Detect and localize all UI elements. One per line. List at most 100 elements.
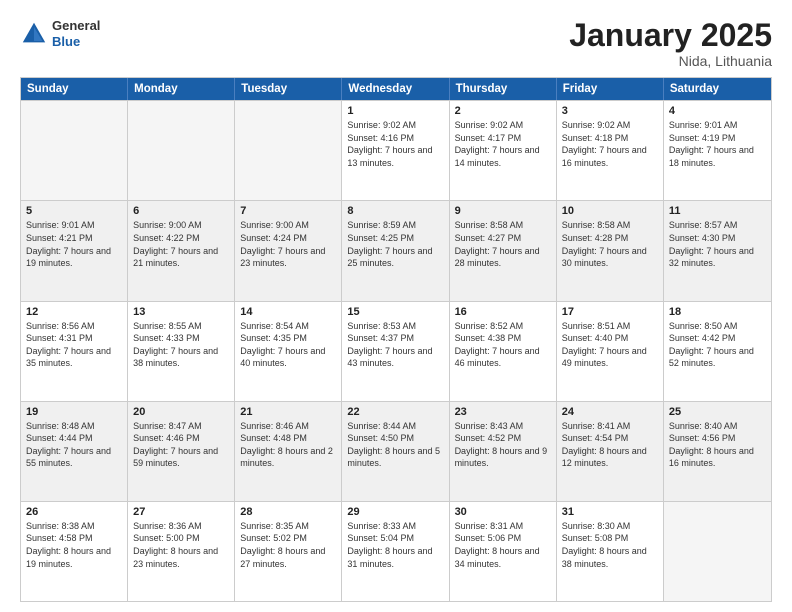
day-cell-7: 7 Sunrise: 9:00 AMSunset: 4:24 PMDaylight… xyxy=(235,201,342,300)
day-number: 20 xyxy=(133,406,229,418)
day-number: 11 xyxy=(669,205,766,217)
logo-general-text: General xyxy=(52,18,100,34)
cell-details: Sunrise: 8:30 AMSunset: 5:08 PMDaylight:… xyxy=(562,520,658,570)
day-header-wednesday: Wednesday xyxy=(342,78,449,100)
day-cell-21: 21 Sunrise: 8:46 AMSunset: 4:48 PMDayligh… xyxy=(235,402,342,501)
day-cell-1: 1Sunrise: 9:02 AMSunset: 4:16 PMDaylight… xyxy=(342,101,449,200)
cell-details: Sunrise: 8:36 AMSunset: 5:00 PMDaylight:… xyxy=(133,520,229,570)
cell-details: Sunrise: 8:40 AMSunset: 4:56 PMDaylight:… xyxy=(669,420,766,470)
day-cell-19: 19 Sunrise: 8:48 AMSunset: 4:44 PMDayligh… xyxy=(21,402,128,501)
day-cell-27: 27Sunrise: 8:36 AMSunset: 5:00 PMDayligh… xyxy=(128,502,235,601)
day-cell-26: 26 Sunrise: 8:38 AMSunset: 4:58 PMDayligh… xyxy=(21,502,128,601)
day-cell-28: 28 Sunrise: 8:35 AMSunset: 5:02 PMDayligh… xyxy=(235,502,342,601)
cell-details: Sunrise: 8:33 AMSunset: 5:04 PMDaylight:… xyxy=(347,520,443,570)
empty-cell-0-2 xyxy=(235,101,342,200)
day-number: 4 xyxy=(669,105,766,117)
cell-details: Sunrise: 9:01 AMSunset: 4:21 PMDaylight:… xyxy=(26,219,122,269)
day-number: 1 xyxy=(347,105,443,117)
day-number: 28 xyxy=(240,506,336,518)
day-cell-23: 23 Sunrise: 8:43 AMSunset: 4:52 PMDayligh… xyxy=(450,402,557,501)
logo-blue-text: Blue xyxy=(52,34,100,50)
day-cell-30: 30 Sunrise: 8:31 AMSunset: 5:06 PMDayligh… xyxy=(450,502,557,601)
calendar-header: SundayMondayTuesdayWednesdayThursdayFrid… xyxy=(21,78,771,100)
day-cell-22: 22Sunrise: 8:44 AMSunset: 4:50 PMDayligh… xyxy=(342,402,449,501)
day-number: 13 xyxy=(133,306,229,318)
day-header-friday: Friday xyxy=(557,78,664,100)
day-number: 3 xyxy=(562,105,658,117)
day-cell-20: 20 Sunrise: 8:47 AMSunset: 4:46 PMDayligh… xyxy=(128,402,235,501)
cell-details: Sunrise: 8:38 AMSunset: 4:58 PMDaylight:… xyxy=(26,520,122,570)
day-cell-14: 14Sunrise: 8:54 AMSunset: 4:35 PMDayligh… xyxy=(235,302,342,401)
location: Nida, Lithuania xyxy=(569,53,772,69)
day-cell-5: 5 Sunrise: 9:01 AMSunset: 4:21 PMDaylight… xyxy=(21,201,128,300)
cell-details: Sunrise: 9:00 AMSunset: 4:24 PMDaylight:… xyxy=(240,219,336,269)
cell-details: Sunrise: 8:57 AMSunset: 4:30 PMDaylight:… xyxy=(669,219,766,269)
empty-cell-4-6 xyxy=(664,502,771,601)
day-cell-8: 8 Sunrise: 8:59 AMSunset: 4:25 PMDaylight… xyxy=(342,201,449,300)
calendar-row-0: 1Sunrise: 9:02 AMSunset: 4:16 PMDaylight… xyxy=(21,100,771,200)
cell-details: Sunrise: 8:44 AMSunset: 4:50 PMDaylight:… xyxy=(347,420,443,470)
day-header-tuesday: Tuesday xyxy=(235,78,342,100)
day-number: 8 xyxy=(347,205,443,217)
day-cell-2: 2Sunrise: 9:02 AMSunset: 4:17 PMDaylight… xyxy=(450,101,557,200)
cell-details: Sunrise: 8:53 AMSunset: 4:37 PMDaylight:… xyxy=(347,320,443,370)
cell-details: Sunrise: 8:59 AMSunset: 4:25 PMDaylight:… xyxy=(347,219,443,269)
day-number: 21 xyxy=(240,406,336,418)
day-number: 7 xyxy=(240,205,336,217)
day-cell-18: 18 Sunrise: 8:50 AMSunset: 4:42 PMDayligh… xyxy=(664,302,771,401)
day-header-monday: Monday xyxy=(128,78,235,100)
day-number: 9 xyxy=(455,205,551,217)
day-header-thursday: Thursday xyxy=(450,78,557,100)
day-number: 30 xyxy=(455,506,551,518)
day-cell-3: 3Sunrise: 9:02 AMSunset: 4:18 PMDaylight… xyxy=(557,101,664,200)
day-number: 24 xyxy=(562,406,658,418)
cell-details: Sunrise: 9:00 AMSunset: 4:22 PMDaylight:… xyxy=(133,219,229,269)
day-number: 16 xyxy=(455,306,551,318)
day-header-saturday: Saturday xyxy=(664,78,771,100)
day-number: 23 xyxy=(455,406,551,418)
day-number: 18 xyxy=(669,306,766,318)
day-number: 12 xyxy=(26,306,122,318)
day-number: 25 xyxy=(669,406,766,418)
day-cell-24: 24 Sunrise: 8:41 AMSunset: 4:54 PMDayligh… xyxy=(557,402,664,501)
day-number: 6 xyxy=(133,205,229,217)
calendar-row-2: 12Sunrise: 8:56 AMSunset: 4:31 PMDayligh… xyxy=(21,301,771,401)
cell-details: Sunrise: 8:47 AMSunset: 4:46 PMDaylight:… xyxy=(133,420,229,470)
day-cell-12: 12Sunrise: 8:56 AMSunset: 4:31 PMDayligh… xyxy=(21,302,128,401)
day-number: 19 xyxy=(26,406,122,418)
calendar: SundayMondayTuesdayWednesdayThursdayFrid… xyxy=(20,77,772,602)
day-number: 15 xyxy=(347,306,443,318)
cell-details: Sunrise: 9:01 AMSunset: 4:19 PMDaylight:… xyxy=(669,119,766,169)
cell-details: Sunrise: 8:41 AMSunset: 4:54 PMDaylight:… xyxy=(562,420,658,470)
cell-details: Sunrise: 8:31 AMSunset: 5:06 PMDaylight:… xyxy=(455,520,551,570)
day-number: 26 xyxy=(26,506,122,518)
cell-details: Sunrise: 8:48 AMSunset: 4:44 PMDaylight:… xyxy=(26,420,122,470)
cell-details: Sunrise: 8:54 AMSunset: 4:35 PMDaylight:… xyxy=(240,320,336,370)
day-cell-15: 15 Sunrise: 8:53 AMSunset: 4:37 PMDayligh… xyxy=(342,302,449,401)
cell-details: Sunrise: 8:55 AMSunset: 4:33 PMDaylight:… xyxy=(133,320,229,370)
day-number: 29 xyxy=(347,506,443,518)
day-cell-17: 17Sunrise: 8:51 AMSunset: 4:40 PMDayligh… xyxy=(557,302,664,401)
calendar-row-1: 5 Sunrise: 9:01 AMSunset: 4:21 PMDaylight… xyxy=(21,200,771,300)
cell-details: Sunrise: 8:35 AMSunset: 5:02 PMDaylight:… xyxy=(240,520,336,570)
logo-text: General Blue xyxy=(52,18,100,49)
calendar-row-3: 19 Sunrise: 8:48 AMSunset: 4:44 PMDayligh… xyxy=(21,401,771,501)
day-cell-11: 11 Sunrise: 8:57 AMSunset: 4:30 PMDayligh… xyxy=(664,201,771,300)
day-cell-29: 29 Sunrise: 8:33 AMSunset: 5:04 PMDayligh… xyxy=(342,502,449,601)
header: General Blue January 2025 Nida, Lithuani… xyxy=(20,18,772,69)
calendar-row-4: 26 Sunrise: 8:38 AMSunset: 4:58 PMDayligh… xyxy=(21,501,771,601)
cell-details: Sunrise: 8:46 AMSunset: 4:48 PMDaylight:… xyxy=(240,420,336,470)
day-cell-10: 10Sunrise: 8:58 AMSunset: 4:28 PMDayligh… xyxy=(557,201,664,300)
day-number: 31 xyxy=(562,506,658,518)
day-cell-16: 16 Sunrise: 8:52 AMSunset: 4:38 PMDayligh… xyxy=(450,302,557,401)
calendar-body: 1Sunrise: 9:02 AMSunset: 4:16 PMDaylight… xyxy=(21,100,771,601)
cell-details: Sunrise: 8:50 AMSunset: 4:42 PMDaylight:… xyxy=(669,320,766,370)
cell-details: Sunrise: 8:43 AMSunset: 4:52 PMDaylight:… xyxy=(455,420,551,470)
day-number: 5 xyxy=(26,205,122,217)
month-title: January 2025 xyxy=(569,18,772,53)
day-number: 17 xyxy=(562,306,658,318)
title-area: January 2025 Nida, Lithuania xyxy=(569,18,772,69)
empty-cell-0-1 xyxy=(128,101,235,200)
cell-details: Sunrise: 8:52 AMSunset: 4:38 PMDaylight:… xyxy=(455,320,551,370)
day-cell-4: 4 Sunrise: 9:01 AMSunset: 4:19 PMDaylight… xyxy=(664,101,771,200)
